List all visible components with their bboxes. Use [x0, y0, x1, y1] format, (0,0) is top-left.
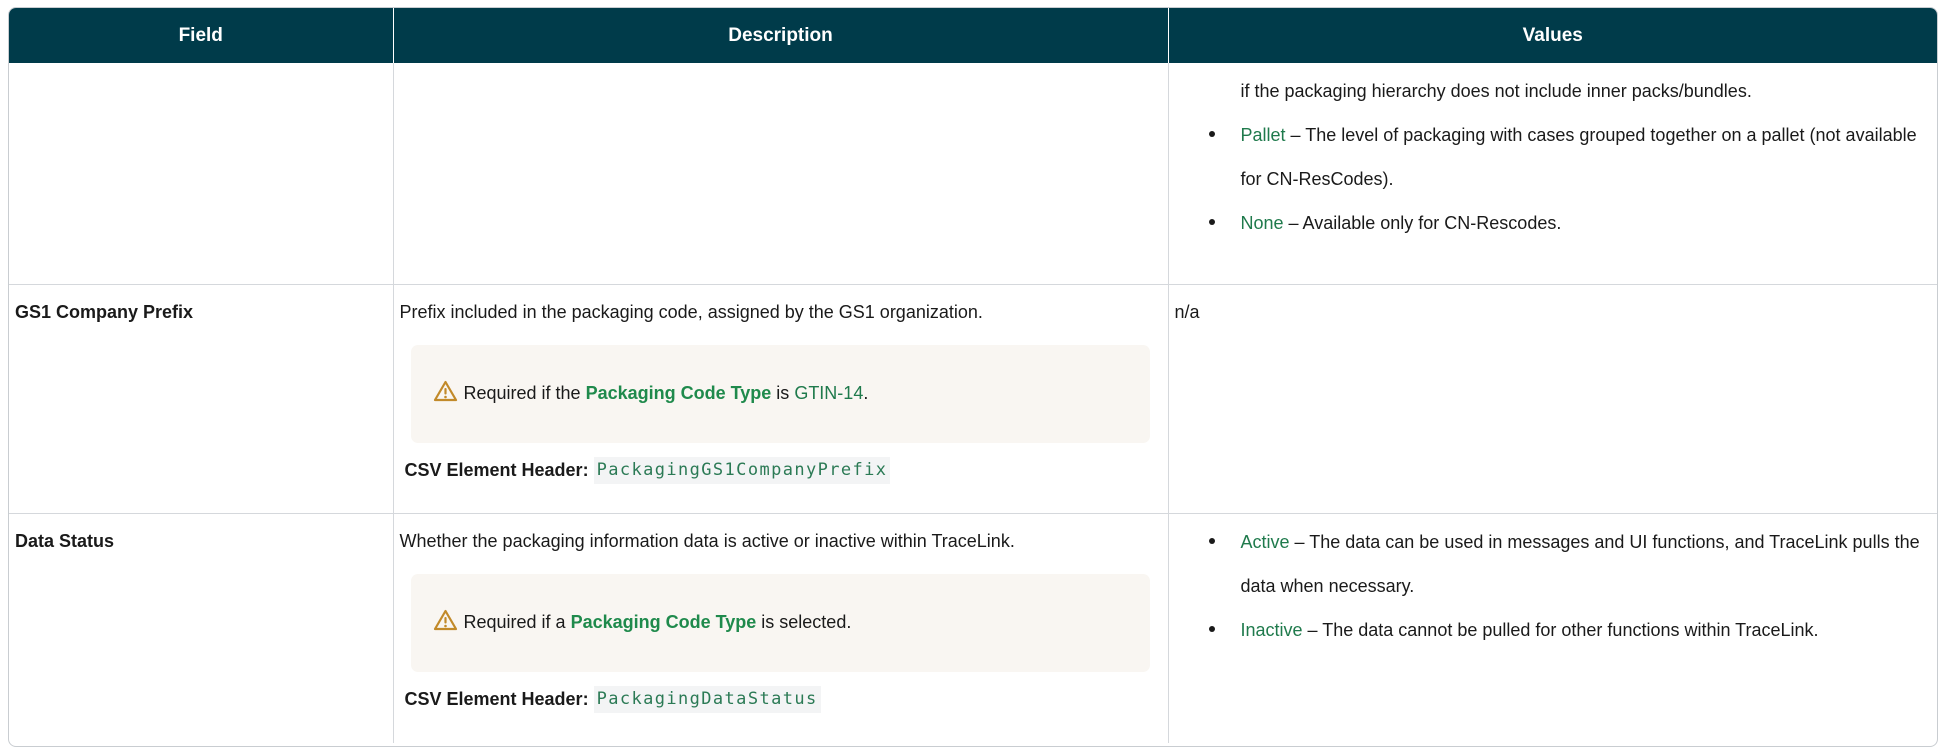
csv-code-value: PackagingDataStatus [593, 685, 821, 713]
warning-note: Required if a Packaging Code Type is sel… [410, 573, 1150, 672]
value-description: – The data can be used in messages and U… [1240, 531, 1920, 596]
note-text: Required if the [463, 383, 586, 403]
description-text: Prefix included in the packaging code, a… [399, 301, 983, 322]
packaging-code-type-link[interactable]: Packaging Code Type [586, 383, 772, 403]
packaging-code-type-link[interactable]: Packaging Code Type [571, 612, 757, 632]
values-cell: Active – The data can be used in message… [1168, 513, 1937, 743]
note-text: is selected. [756, 612, 852, 632]
note-text: Required if a [463, 612, 571, 632]
warning-icon [433, 609, 458, 631]
value-description: – The level of packaging with cases grou… [1240, 125, 1917, 189]
column-header-description: Description [393, 8, 1169, 63]
description-cell [393, 63, 1169, 285]
table-row: GS1 Company Prefix Prefix included in th… [9, 284, 1937, 514]
csv-label: CSV Element Header: [404, 459, 589, 480]
note-text: . [863, 383, 869, 403]
table-row: Data Status Whether the packaging inform… [9, 513, 1937, 743]
list-item: None – Available only for CN-Rescodes. [1208, 201, 1932, 245]
values-cell: if the packaging hierarchy does not incl… [1168, 63, 1937, 285]
description-cell: Prefix included in the packaging code, a… [393, 284, 1169, 514]
csv-code-value: PackagingGS1CompanyPrefix [593, 456, 891, 484]
list-item: Inactive – The data cannot be pulled for… [1208, 608, 1932, 652]
data-table-container: Field Description Values if the packagin… [8, 7, 1938, 747]
table-header-row: Field Description Values [9, 8, 1937, 63]
list-item: Pallet – The level of packaging with cas… [1208, 113, 1932, 201]
value-term-none[interactable]: None [1241, 213, 1284, 233]
warning-icon [433, 380, 458, 402]
field-reference-table: Field Description Values if the packagin… [9, 8, 1937, 743]
value-description: – Available only for CN-Rescodes. [1283, 213, 1562, 233]
gtin-14-link[interactable]: GTIN-14 [794, 383, 863, 403]
value-term-inactive[interactable]: Inactive [1241, 620, 1303, 640]
csv-element-header: CSV Element Header: PackagingGS1CompanyP… [404, 456, 1162, 484]
csv-label: CSV Element Header: [404, 688, 589, 709]
value-description: – The data cannot be pulled for other fu… [1302, 619, 1819, 640]
values-list: Active – The data can be used in message… [1175, 520, 1932, 652]
description-text: Whether the packaging information data i… [399, 530, 1015, 551]
value-term-active[interactable]: Active [1241, 532, 1290, 552]
field-name: GS1 Company Prefix [15, 301, 194, 322]
csv-element-header: CSV Element Header: PackagingDataStatus [404, 685, 1162, 713]
field-cell: Data Status [9, 513, 394, 743]
column-header-field: Field [9, 8, 394, 63]
column-header-values: Values [1168, 8, 1937, 63]
note-text: is [771, 383, 795, 403]
list-item: Active – The data can be used in message… [1208, 520, 1932, 608]
value-term-pallet[interactable]: Pallet [1241, 125, 1286, 145]
values-text: n/a [1174, 301, 1200, 322]
table-row: if the packaging hierarchy does not incl… [9, 63, 1937, 285]
values-cell: n/a [1168, 284, 1937, 514]
field-name: Data Status [15, 530, 115, 551]
description-cell: Whether the packaging information data i… [393, 513, 1169, 743]
field-cell [9, 63, 394, 285]
field-cell: GS1 Company Prefix [9, 284, 394, 514]
warning-note: Required if the Packaging Code Type is G… [410, 344, 1150, 443]
values-list: Pallet – The level of packaging with cas… [1175, 113, 1932, 245]
values-continued-text: if the packaging hierarchy does not incl… [1240, 81, 1752, 101]
